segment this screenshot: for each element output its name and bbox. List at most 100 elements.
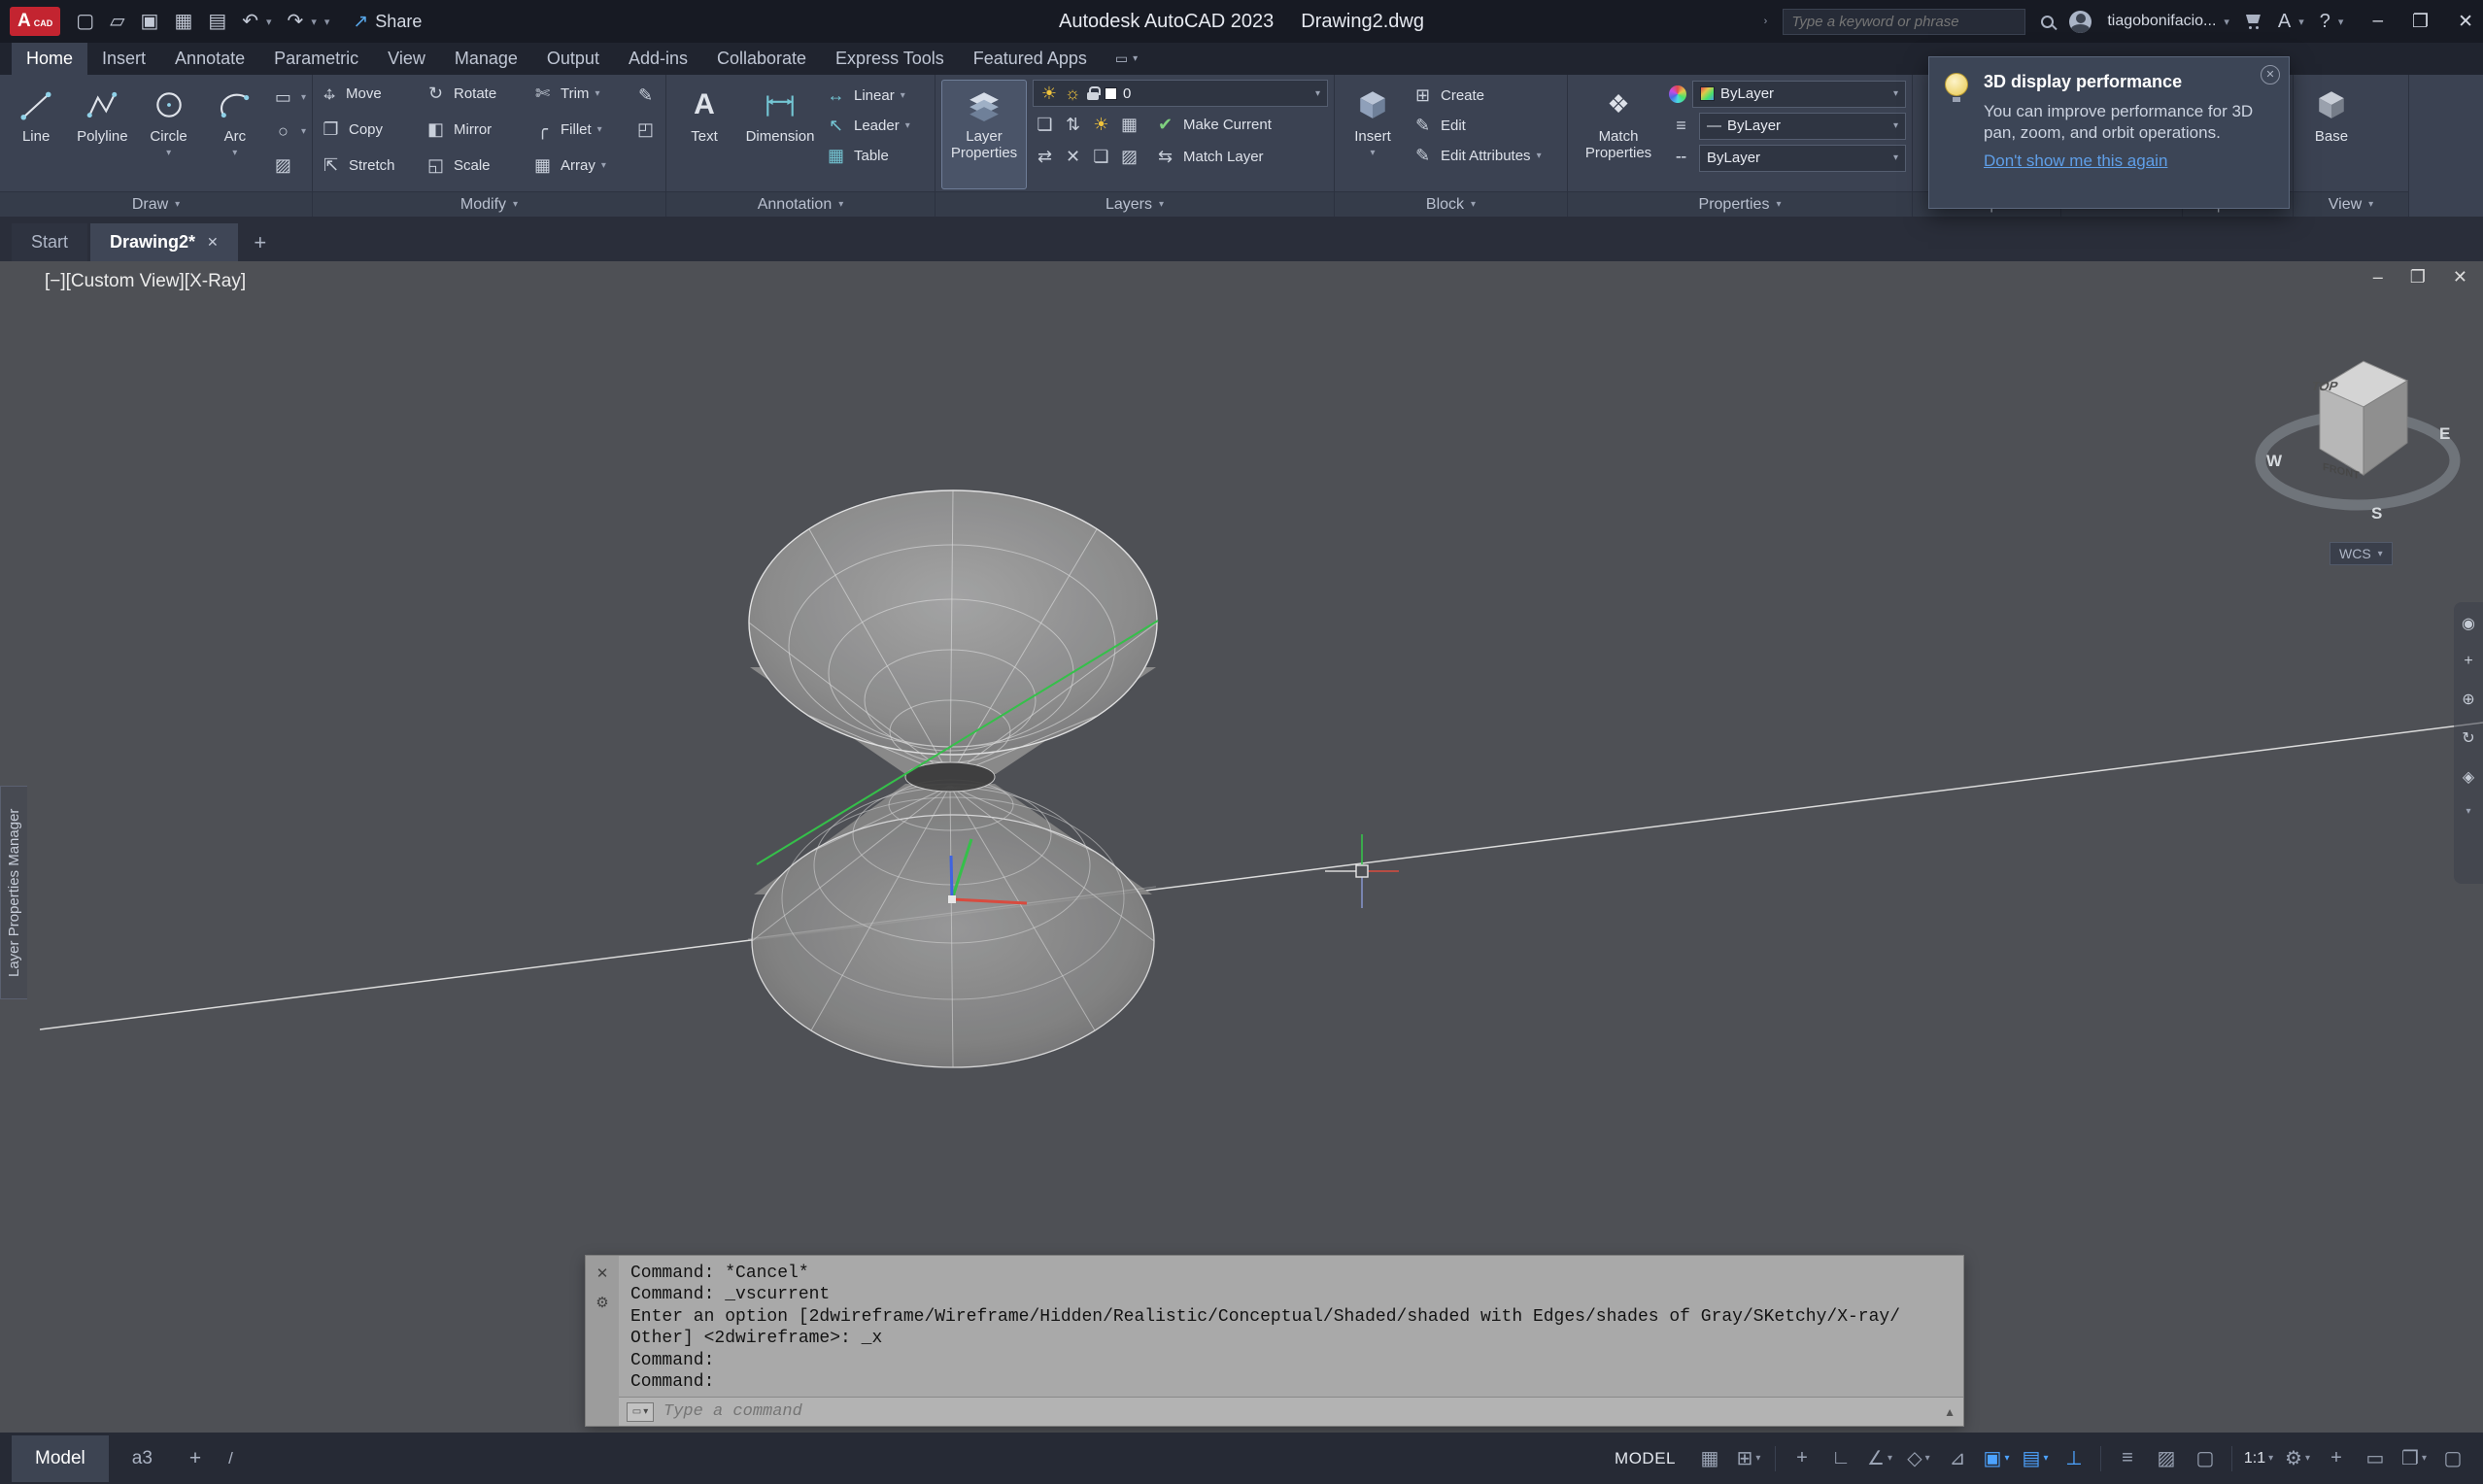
panel-label-block[interactable]: Block▾ xyxy=(1335,191,1567,217)
leader-button[interactable]: ↖ Leader ▾ xyxy=(824,112,910,140)
panel-label-layers[interactable]: Layers▾ xyxy=(935,191,1334,217)
layer-dropdown[interactable]: ☀ ☼ 0 ▾ xyxy=(1033,80,1328,107)
model-tab[interactable]: Model xyxy=(12,1435,109,1482)
clean-screen-button[interactable]: ▢ xyxy=(2434,1439,2471,1478)
linetype-icon[interactable]: ╌ xyxy=(1669,146,1693,170)
layer-unisolate-icon[interactable]: ⇄ xyxy=(1033,145,1057,169)
dynamic-input-toggle[interactable]: + xyxy=(1784,1439,1820,1478)
isometric-drafting-toggle[interactable]: ◇▾ xyxy=(1900,1439,1937,1478)
file-tab-close-icon[interactable]: ✕ xyxy=(207,234,219,251)
hardware-acceleration-toggle[interactable]: ▭ xyxy=(2357,1439,2394,1478)
doc-minimize-icon[interactable]: – xyxy=(2373,267,2383,287)
tab-manage[interactable]: Manage xyxy=(440,43,532,75)
lineweight-dropdown[interactable]: — ByLayer ▾ xyxy=(1699,113,1906,140)
store-cart-icon[interactable] xyxy=(2245,14,2262,29)
command-tools-icon[interactable]: ⚙ xyxy=(595,1294,608,1311)
layer-walk-icon[interactable]: ❏ xyxy=(1089,145,1113,169)
user-menu-caret-icon[interactable]: ▾ xyxy=(2224,16,2229,28)
tab-express-tools[interactable]: Express Tools xyxy=(821,43,959,75)
match-layer-button[interactable]: ⇆ Match Layer xyxy=(1153,143,1264,171)
tab-featured-apps[interactable]: Featured Apps xyxy=(959,43,1102,75)
layer-lock-fade-icon[interactable]: ▨ xyxy=(1117,145,1141,169)
tab-output[interactable]: Output xyxy=(532,43,614,75)
ellipse-button[interactable]: ○ ▾ xyxy=(271,118,306,146)
file-tab-start[interactable]: Start xyxy=(12,223,87,261)
layer-isolate-icon[interactable]: ⇅ xyxy=(1061,113,1085,137)
copy-button[interactable]: ❐ Copy xyxy=(319,116,422,144)
stretch-button[interactable]: ⇱ Stretch xyxy=(319,152,422,180)
panel-label-view[interactable]: View▾ xyxy=(2294,191,2408,217)
layer-state-icon[interactable]: ❏ xyxy=(1033,113,1057,137)
tab-parametric[interactable]: Parametric xyxy=(259,43,373,75)
drawing-viewport[interactable]: [−][Custom View][X-Ray] – ❐ ✕ xyxy=(0,261,2483,1433)
isolate-objects-button[interactable]: ❐▾ xyxy=(2396,1439,2432,1478)
redo-caret-icon[interactable]: ▾ xyxy=(311,16,317,28)
lineweight-display-toggle[interactable]: ≡ xyxy=(2109,1439,2146,1478)
transparency-toggle[interactable]: ▨ xyxy=(2148,1439,2185,1478)
qat-customize-icon[interactable]: ▾ xyxy=(324,16,330,28)
dimension-button[interactable]: Dimension xyxy=(742,80,818,189)
rotate-button[interactable]: ↻ Rotate xyxy=(424,80,528,108)
panel-label-modify[interactable]: Modify▾ xyxy=(313,191,665,217)
tab-insert[interactable]: Insert xyxy=(87,43,160,75)
lineweight-icon[interactable]: ≡ xyxy=(1669,114,1693,138)
circle-button[interactable]: Circle ▾ xyxy=(138,80,198,189)
signed-in-user[interactable]: tiagobonifacio... xyxy=(2107,13,2216,30)
tab-annotate[interactable]: Annotate xyxy=(160,43,259,75)
table-button[interactable]: ▦ Table xyxy=(824,142,910,170)
save-as-icon[interactable]: ▦ xyxy=(174,12,192,31)
doc-restore-icon[interactable]: ❐ xyxy=(2410,267,2426,287)
panel-label-draw[interactable]: Draw▾ xyxy=(0,191,312,217)
linear-button[interactable]: ↔ Linear ▾ xyxy=(824,82,910,110)
fillet-button[interactable]: ╭ Fillet ▾ xyxy=(530,116,628,144)
avatar[interactable] xyxy=(2069,11,2092,33)
navbar-caret-icon[interactable]: ▾ xyxy=(2466,806,2470,817)
autodesk-app-icon[interactable]: A xyxy=(2278,12,2291,31)
undo-caret-icon[interactable]: ▾ xyxy=(266,16,272,28)
layer-off-icon[interactable]: ☀ xyxy=(1089,113,1113,137)
restore-button[interactable]: ❐ xyxy=(2412,11,2429,33)
3d-object-snap-toggle[interactable]: ▤▾ xyxy=(2017,1439,2054,1478)
polyline-button[interactable]: Polyline xyxy=(72,80,132,189)
wcs-menu[interactable]: WCS ▾ xyxy=(2330,542,2393,565)
explode-icon[interactable]: ◰ xyxy=(633,118,658,142)
motion-tools-icon[interactable]: ◈ xyxy=(2463,767,2474,787)
recent-commands-icon[interactable]: ▭▾ xyxy=(627,1402,654,1422)
orbit-icon[interactable]: ↻ xyxy=(2462,728,2474,748)
layer-merge-icon[interactable]: ▦ xyxy=(1117,113,1141,137)
search-input[interactable] xyxy=(1791,14,2017,30)
help-caret-icon[interactable]: ▾ xyxy=(2338,16,2344,28)
open-file-icon[interactable]: ▱ xyxy=(110,12,124,31)
customization-gear-button[interactable]: ⚙▾ xyxy=(2279,1439,2316,1478)
object-color-dropdown[interactable]: ByLayer ▾ xyxy=(1692,81,1906,108)
text-button[interactable]: A Text xyxy=(672,80,736,189)
nav-wheel-icon[interactable]: ◉ xyxy=(2462,614,2475,633)
layer-delete-icon[interactable]: ✕ xyxy=(1061,145,1085,169)
command-close-icon[interactable]: ✕ xyxy=(596,1265,609,1282)
match-properties-button[interactable]: ❖ Match Properties xyxy=(1574,80,1663,189)
layout-overflow-icon[interactable]: / xyxy=(215,1439,247,1478)
viewcube[interactable]: W E S TOP FRONT xyxy=(2191,315,2483,548)
arc-button[interactable]: Arc ▾ xyxy=(205,80,265,189)
help-icon[interactable]: ? xyxy=(2320,12,2330,31)
ribbon-display-toggle[interactable]: ▭ ▾ xyxy=(1115,43,1138,75)
polar-tracking-toggle[interactable]: ∠▾ xyxy=(1861,1439,1898,1478)
command-scroll-up-icon[interactable]: ▲ xyxy=(1944,1405,1956,1419)
app-caret-icon[interactable]: ▾ xyxy=(2298,16,2304,28)
help-search-field[interactable] xyxy=(1783,9,2025,35)
array-button[interactable]: ▦ Array ▾ xyxy=(530,152,628,180)
object-snap-tracking-toggle[interactable]: ⊿ xyxy=(1939,1439,1976,1478)
viewport-controls-label[interactable]: [−][Custom View][X-Ray] xyxy=(45,271,246,292)
insert-button[interactable]: Insert ▾ xyxy=(1341,80,1405,189)
tab-view[interactable]: View xyxy=(373,43,440,75)
base-view-button[interactable]: Base xyxy=(2299,80,2364,189)
save-icon[interactable]: ▣ xyxy=(141,12,159,31)
scale-button[interactable]: ◱ Scale xyxy=(424,152,528,180)
color-wheel-icon[interactable] xyxy=(1669,85,1686,103)
close-button[interactable]: ✕ xyxy=(2458,11,2473,33)
hatch-button[interactable]: ▨ xyxy=(271,152,306,180)
search-expand-icon[interactable]: › xyxy=(1764,16,1768,27)
make-current-button[interactable]: ✔ Make Current xyxy=(1153,111,1272,139)
dynamic-ucs-toggle[interactable]: ⊥ xyxy=(2056,1439,2092,1478)
mirror-button[interactable]: ◧ Mirror xyxy=(424,116,528,144)
